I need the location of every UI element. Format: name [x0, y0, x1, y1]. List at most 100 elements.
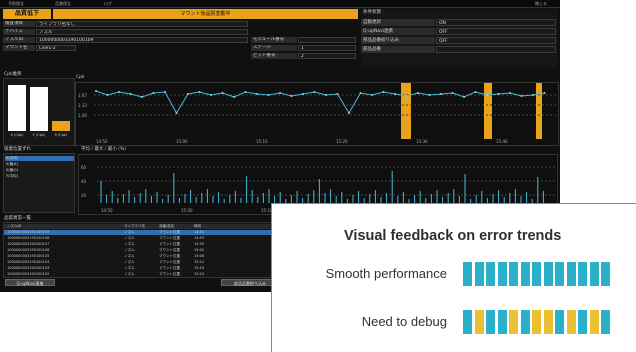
- cpk-point: [543, 92, 546, 94]
- qup-navi-value[interactable]: OFF: [436, 28, 556, 35]
- qup-navi-button[interactable]: Q-upNavi連携: [5, 279, 55, 286]
- nozzle-id-field[interactable]: 1000000003190100109: [36, 37, 248, 43]
- table-header: ノズルID ライブラリ名 品番/品名 時刻: [4, 224, 284, 229]
- cpk-trend-chart: 1.67 1.33 1.00 14:50 15:00 15:10 15:20 15:30 15:…: [75, 82, 559, 146]
- table-row[interactable]: 1000000003190100107 ノズル マウント位置 14:55: [4, 242, 284, 247]
- cpk-point: [164, 91, 166, 93]
- status-stripe: [520, 262, 530, 286]
- cpk-point: [520, 95, 523, 97]
- status-stripe: [578, 262, 587, 286]
- table-cell: ノズル: [124, 242, 135, 246]
- auto-update-value[interactable]: ON: [436, 19, 556, 26]
- column-header: ノズルID: [7, 224, 22, 228]
- cpk-point: [428, 94, 431, 96]
- table-cell: ノズル: [124, 272, 135, 276]
- cpk-point: [210, 94, 212, 96]
- axis-list-item[interactable]: X(最大): [5, 162, 74, 167]
- cpk-point: [336, 93, 339, 95]
- error-table: ノズルID ライブラリ名 品番/品名 時刻 1000000003190100109 ノズル…: [3, 222, 285, 278]
- table-cell: 1000000003190100103: [7, 266, 50, 270]
- cpk-point: [221, 92, 224, 94]
- table-row[interactable]: 1000000003190100105 ノズル マウント位置 15:06: [4, 254, 284, 259]
- status-stripe: [497, 262, 507, 286]
- x-tick: 14:50: [101, 208, 113, 213]
- cpk-point: [382, 91, 385, 93]
- table-cell: 1000000003190100104: [7, 260, 50, 264]
- cpk-point: [348, 112, 350, 114]
- smooth-stripes: [463, 262, 613, 286]
- cpk-point: [106, 94, 109, 96]
- table-row[interactable]: 1000000003190100104 ノズル マウント位置 15:12: [4, 260, 284, 265]
- menu-item[interactable]: 予防保全: [8, 1, 24, 7]
- cpk-point: [405, 95, 408, 97]
- axis-list-item[interactable]: Y(平均): [5, 174, 74, 179]
- table-cell: 1000000003190100107: [7, 242, 50, 246]
- conditions-panel: 条件状態 自動更新 ON Q-upNavi連携 OFF 部品品番絞り込み OFF…: [361, 9, 557, 67]
- smooth-label: Smooth performance: [325, 266, 447, 281]
- table-cell: 14:51: [194, 230, 205, 234]
- status-stripe: [566, 262, 576, 286]
- cpk-trend-svg: 1.67 1.33 1.00 14:50 15:00 15:10 15:20 15:30 15:…: [78, 83, 556, 144]
- status-stripe: [497, 310, 507, 334]
- table-row[interactable]: 1000000003190100109 ノズル マウント位置 14:51: [4, 230, 284, 235]
- module-field[interactable]: [298, 37, 356, 43]
- cpk-point: [394, 93, 396, 95]
- part-filter-value[interactable]: OFF: [436, 37, 556, 44]
- table-cell: 15:02: [194, 248, 205, 252]
- condition-label: Q-upNavi連携: [361, 28, 435, 35]
- info-label: デバイス: [3, 29, 35, 35]
- axis-list-item[interactable]: X(平均): [5, 156, 74, 161]
- cpk-point: [175, 112, 178, 114]
- table-cell: ノズル: [124, 236, 135, 240]
- y-tick: 1.00: [78, 113, 87, 118]
- cpk-point: [302, 93, 304, 95]
- table-cell: マウント位置: [159, 266, 180, 270]
- condition-label: 部品品番絞り込み: [361, 37, 435, 44]
- info-value: ライブラリ名なし: [36, 21, 248, 27]
- table-row[interactable]: 1000000003190100103 ノズル マウント位置 15:19: [4, 266, 284, 271]
- info-label: モジュール番号: [251, 37, 297, 43]
- column-header: 時刻: [194, 224, 201, 228]
- axis-list-item[interactable]: X(最小): [5, 168, 74, 173]
- x-tick: 15:40: [496, 139, 508, 144]
- stage-field[interactable]: 1: [298, 45, 356, 51]
- table-cell: 1000000003190100106: [7, 248, 50, 252]
- axis-list[interactable]: X(平均) X(最大) X(最小) Y(平均): [3, 153, 75, 213]
- feedback-card: Visual feedback on error trends Smooth p…: [271, 203, 636, 352]
- table-row[interactable]: 1000000003190100106 ノズル マウント位置 15:02: [4, 248, 284, 253]
- info-label: ステージ: [251, 45, 297, 51]
- cpk-label: Cpk推移: [4, 72, 22, 77]
- menu-item[interactable]: 品質保全: [55, 1, 71, 7]
- table-row[interactable]: 1000000003190100108 ノズル マウント位置 14:53: [4, 236, 284, 241]
- status-badge: 品質低下: [3, 9, 51, 19]
- table-cell: マウント位置: [159, 230, 180, 234]
- x-tick: 15:10: [256, 139, 268, 144]
- cpk-point: [198, 91, 201, 93]
- cpk-point: [497, 93, 500, 95]
- table-cell: 15:12: [194, 260, 205, 264]
- cpk-bar: [30, 87, 48, 131]
- cpk-point: [244, 91, 247, 93]
- cpk-point: [417, 92, 419, 94]
- cpk-point: [359, 92, 362, 94]
- table-cell: ノズル: [124, 230, 135, 234]
- table-cell: 1000000003190100105: [7, 254, 50, 258]
- mount-field[interactable]: Line1-2: [36, 45, 76, 51]
- table-row[interactable]: 1000000003190100102 ノズル マウント位置 15:24: [4, 272, 284, 277]
- status-stripe: [543, 310, 553, 334]
- cpk-point: [440, 93, 442, 95]
- menu-item[interactable]: 閉じる: [535, 1, 547, 7]
- cpk-point: [532, 94, 534, 96]
- table-cell: 1000000003190100102: [7, 272, 50, 276]
- cpk-bar-label: X (Cpk): [10, 133, 24, 137]
- status-stripe: [555, 262, 564, 286]
- cpk-bar: [8, 85, 26, 131]
- info-value: ノズル: [36, 29, 248, 35]
- menu-item[interactable]: ログ: [104, 1, 112, 7]
- cpk-point: [267, 94, 270, 96]
- status-stripe: [463, 310, 472, 334]
- status-stripe: [532, 262, 541, 286]
- pit-field[interactable]: 2: [298, 53, 356, 59]
- part-number-value[interactable]: [436, 46, 556, 53]
- info-label: ピット番号: [251, 53, 297, 59]
